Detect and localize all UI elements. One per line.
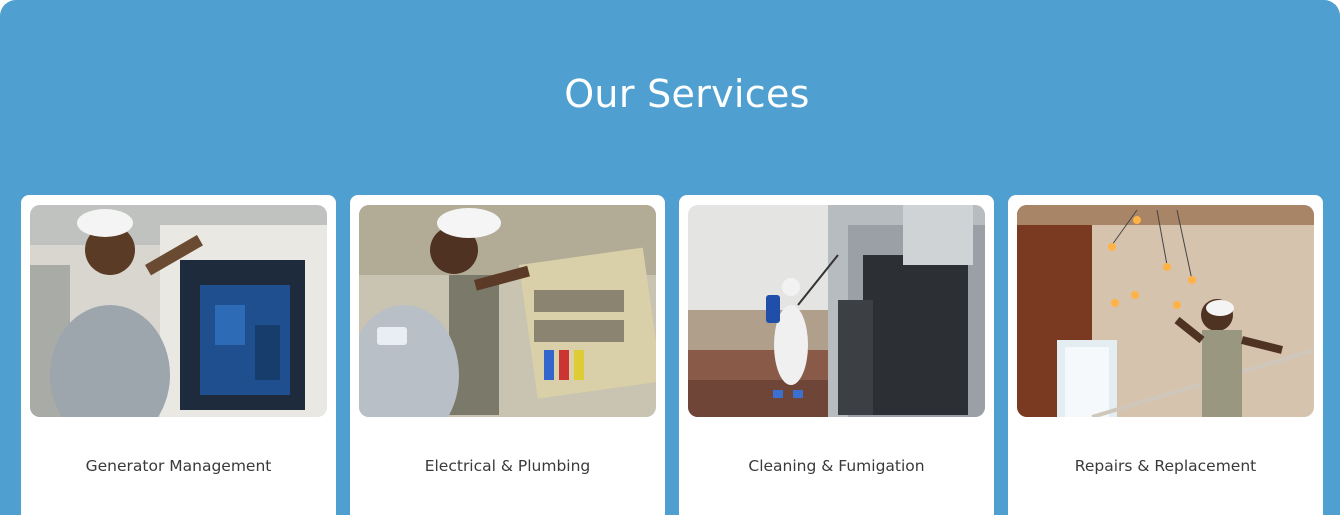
service-label: Repairs & Replacement bbox=[1074, 457, 1257, 475]
service-label: Generator Management bbox=[85, 457, 272, 475]
service-card-generator-management[interactable]: Generator Management bbox=[21, 195, 336, 515]
service-card-cleaning-fumigation[interactable]: Cleaning & Fumigation bbox=[679, 195, 994, 515]
section-title: Our Services bbox=[564, 72, 810, 116]
cleaning-fumigation-photo bbox=[688, 205, 985, 417]
generator-management-photo bbox=[30, 205, 327, 417]
service-label: Electrical & Plumbing bbox=[424, 457, 591, 475]
service-card-repairs-replacement[interactable]: Repairs & Replacement bbox=[1008, 195, 1323, 515]
services-section: Our Services Generator Management Electr… bbox=[0, 0, 1340, 515]
service-label: Cleaning & Fumigation bbox=[748, 457, 925, 475]
service-card-electrical-plumbing[interactable]: Electrical & Plumbing bbox=[350, 195, 665, 515]
electrical-plumbing-photo bbox=[359, 205, 656, 417]
repairs-replacement-photo bbox=[1017, 205, 1314, 417]
